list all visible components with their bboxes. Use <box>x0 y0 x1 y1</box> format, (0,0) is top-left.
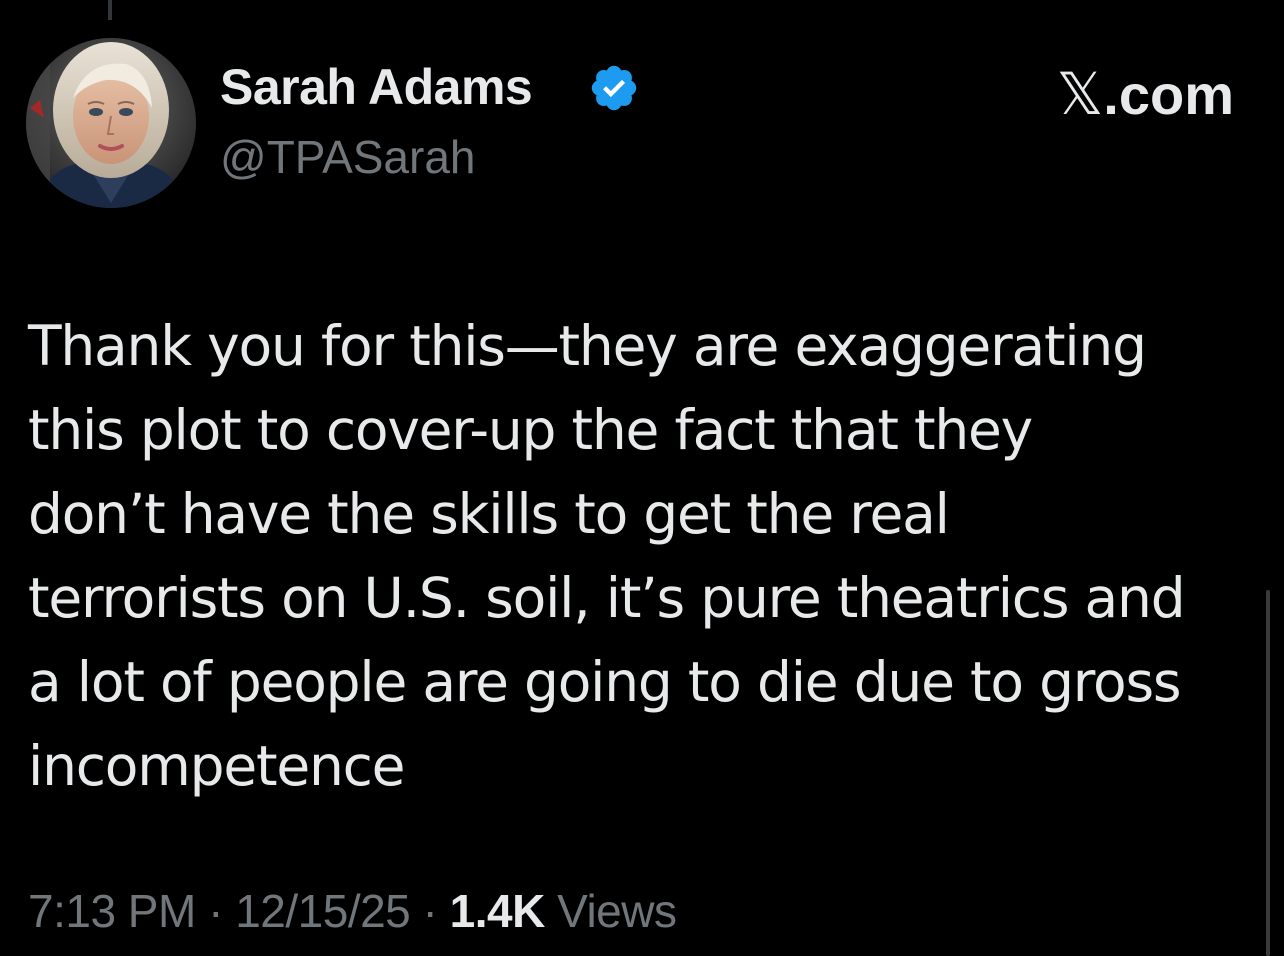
tweet-date[interactable]: 12/15/25 <box>235 885 411 937</box>
tweet-line: terrorists on U.S. soil, it’s pure theat… <box>28 566 1186 630</box>
avatar-portrait-icon <box>26 38 196 208</box>
views-label: Views <box>544 885 677 937</box>
author-display-name[interactable]: Sarah Adams <box>220 58 533 116</box>
scrollbar[interactable] <box>1266 590 1270 956</box>
tweet-line: this plot to cover-up the fact that they <box>28 398 1033 462</box>
meta-separator: · <box>195 885 236 937</box>
x-logo-icon: 𝕏 <box>1056 60 1104 128</box>
thread-connector-line <box>108 0 112 20</box>
tweet-line: a lot of people are going to die due to … <box>28 650 1182 714</box>
tweet-line: Thank you for this—they are exaggerating <box>28 314 1147 378</box>
tweet-time[interactable]: 7:13 PM <box>28 885 196 937</box>
views-count: 1.4K <box>449 885 546 937</box>
verified-badge-icon <box>591 65 637 111</box>
tweet-line: incompetence <box>28 734 405 798</box>
brand-suffix: .com <box>1103 62 1234 126</box>
tweet-text: Thank you for this—they are exaggerating… <box>28 304 1258 808</box>
tweet-line: don’t have the skills to get the real <box>28 482 950 546</box>
tweet-meta: 7:13 PM · 12/15/25 · 1.4K Views <box>28 884 677 938</box>
meta-separator: · <box>410 885 450 937</box>
author-handle[interactable]: @TPASarah <box>220 130 476 184</box>
avatar[interactable] <box>26 38 196 208</box>
brand-x-com: 𝕏 .com <box>1057 60 1234 128</box>
